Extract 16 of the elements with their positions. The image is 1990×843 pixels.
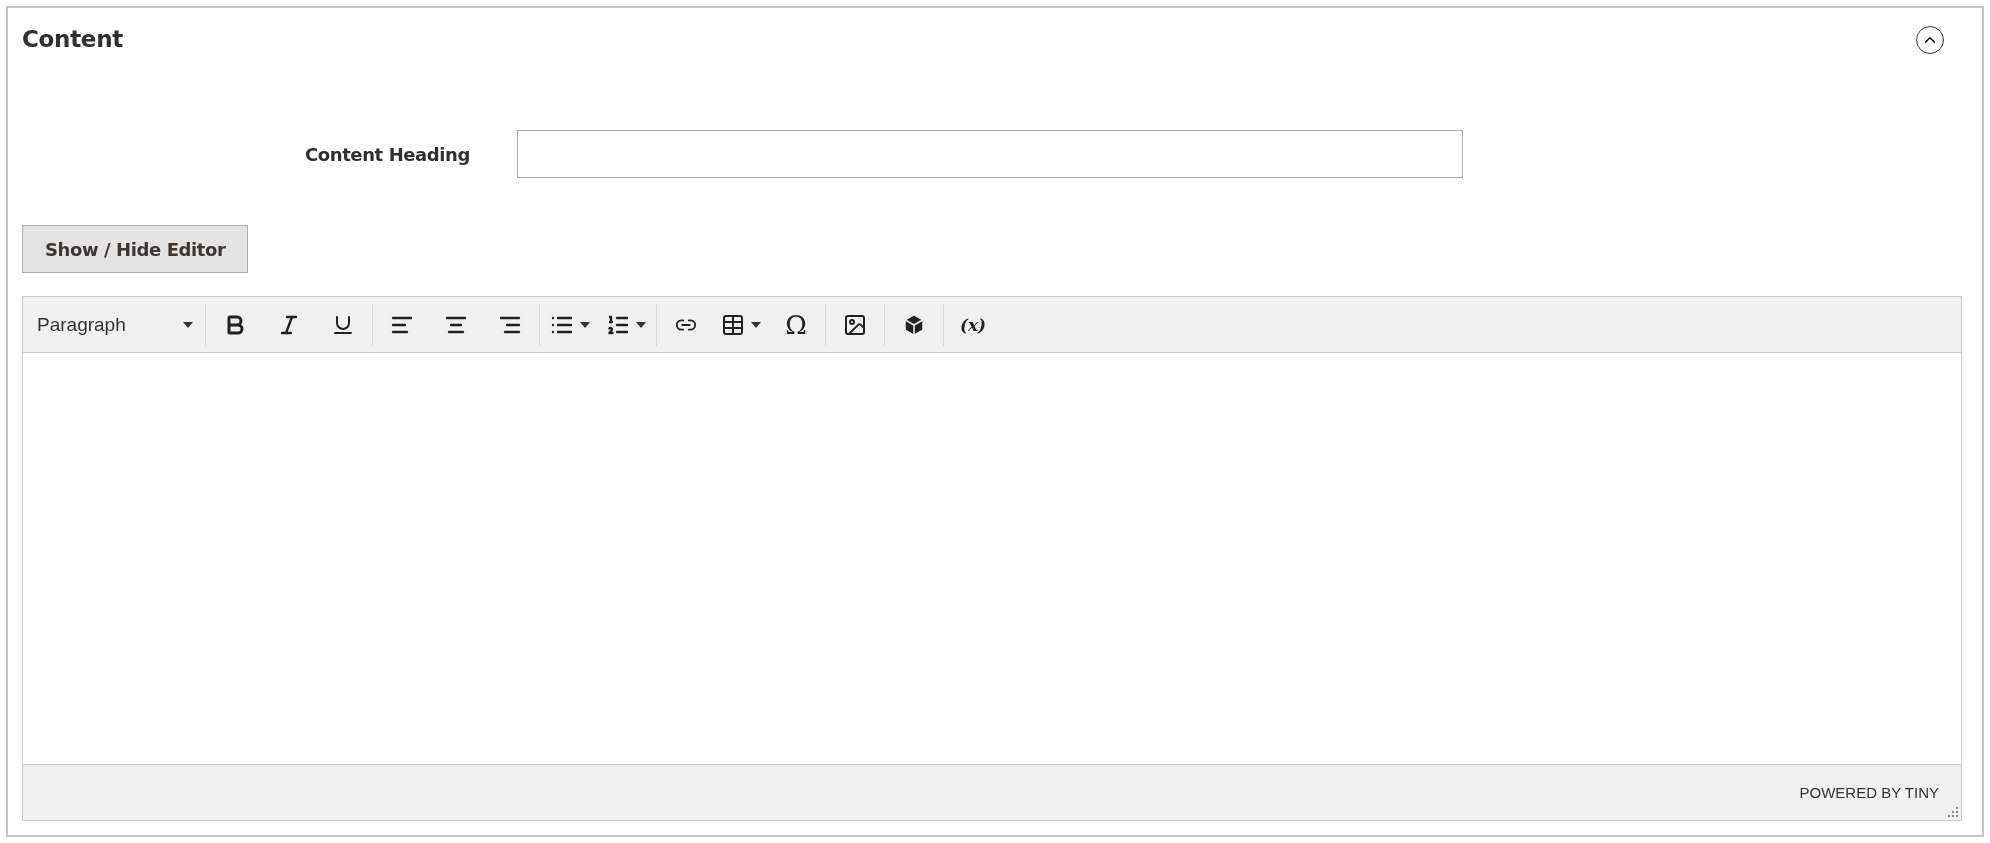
field-label: Content Heading — [303, 143, 471, 165]
caret-icon — [636, 321, 646, 328]
image-icon — [843, 312, 867, 337]
caret-icon — [751, 321, 761, 328]
resize-handle-icon[interactable] — [1947, 806, 1959, 818]
caret-icon — [580, 321, 590, 328]
content-heading-field[interactable] — [517, 130, 1463, 178]
format-dropdown[interactable]: Paragraph — [27, 304, 203, 345]
special-character-button[interactable]: Ω — [769, 304, 823, 345]
show-hide-editor-button[interactable]: Show / Hide Editor — [22, 225, 249, 273]
table-icon — [721, 312, 745, 337]
cube-icon — [902, 312, 926, 337]
caret-icon — [183, 321, 193, 328]
branding-text: POWERED BY TINY — [1799, 784, 1939, 801]
insert-variable-button[interactable]: (x) — [946, 304, 1000, 345]
section-title: Content — [22, 26, 123, 52]
